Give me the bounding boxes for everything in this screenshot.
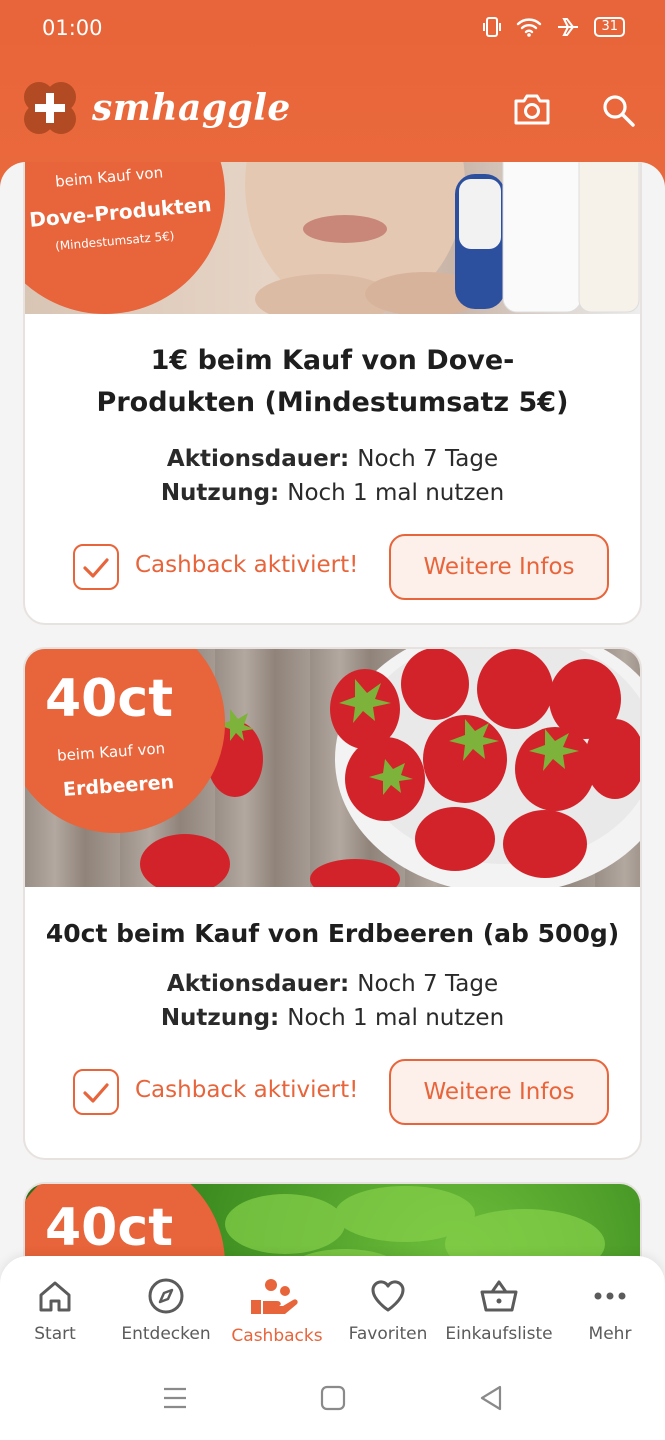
compass-icon [148, 1278, 184, 1314]
cashback-card: beim Kauf von Dove-Produkten (Mindestums… [23, 162, 642, 625]
wifi-icon [517, 18, 542, 37]
bottom-navigation: Start Entdecken Cashbacks Favoriten Eink… [0, 1256, 665, 1440]
more-icon [594, 1292, 626, 1300]
cashback-card: 40ct beim Kauf von Erdbeeren 40ct beim K… [23, 647, 642, 1160]
status-bar: 01:00 31 [0, 0, 665, 62]
app-logo[interactable]: smhaggle [24, 82, 291, 134]
duration-row: Aktionsdauer: Noch 7 Tage [166, 971, 499, 997]
cashback-status-label: Cashback aktiviert! [135, 1077, 359, 1103]
airplane-icon [558, 18, 579, 36]
cashback-card: 40ct [23, 1182, 642, 1262]
checkmark-icon [83, 558, 109, 578]
recent-apps-button[interactable] [160, 1384, 190, 1412]
usage-row: Nutzung: Noch 1 mal nutzen [160, 480, 505, 506]
cashback-checkbox[interactable] [73, 1069, 119, 1115]
duration-row: Aktionsdauer: Noch 7 Tage [166, 446, 499, 472]
nav-item-entdecken[interactable]: Entdecken [111, 1276, 221, 1344]
nav-item-einkaufsliste[interactable]: Einkaufsliste [444, 1276, 554, 1344]
promo-badge: 40ct [25, 1184, 225, 1262]
nav-item-mehr[interactable]: Mehr [555, 1276, 665, 1344]
strawberry-image: 40ct beim Kauf von Erdbeeren [25, 649, 640, 887]
checkmark-icon [83, 1083, 109, 1103]
camera-button[interactable] [512, 92, 552, 132]
dove-product-image: beim Kauf von Dove-Produkten (Mindestums… [25, 162, 640, 314]
cashback-checkbox[interactable] [73, 544, 119, 590]
card-actions: Cashback aktiviert! Weitere Infos [25, 1059, 640, 1129]
heart-icon [371, 1280, 405, 1312]
battery-indicator: 31 [594, 17, 625, 37]
lettuce-image: 40ct [25, 1184, 640, 1262]
home-system-button[interactable] [318, 1384, 348, 1412]
cashback-status-label: Cashback aktiviert! [135, 552, 359, 578]
basket-icon [480, 1280, 518, 1312]
card-actions: Cashback aktiviert! Weitere Infos [25, 534, 640, 604]
vibrate-icon [483, 17, 502, 37]
nav-item-favoriten[interactable]: Favoriten [333, 1276, 443, 1344]
search-button[interactable] [600, 92, 640, 132]
card-title: 40ct beim Kauf von Erdbeeren (ab 500g) [45, 919, 620, 948]
app-name: smhaggle [92, 87, 291, 129]
nav-item-cashbacks[interactable]: Cashbacks [222, 1276, 332, 1346]
logo-cross-icon [24, 82, 76, 134]
back-system-button[interactable] [476, 1384, 506, 1412]
more-info-button[interactable]: Weitere Infos [389, 534, 609, 600]
card-title: 1€ beim Kauf von Dove-Produkten (Mindest… [96, 345, 569, 418]
camera-icon [514, 94, 550, 125]
search-icon [603, 95, 635, 127]
cashback-list[interactable]: beim Kauf von Dove-Produkten (Mindestums… [0, 162, 665, 1262]
status-time: 01:00 [42, 16, 103, 40]
more-info-button[interactable]: Weitere Infos [389, 1059, 609, 1125]
usage-row: Nutzung: Noch 1 mal nutzen [160, 1005, 505, 1031]
cashback-hand-icon [251, 1279, 298, 1314]
nav-item-start[interactable]: Start [0, 1276, 110, 1344]
home-icon [39, 1281, 71, 1312]
